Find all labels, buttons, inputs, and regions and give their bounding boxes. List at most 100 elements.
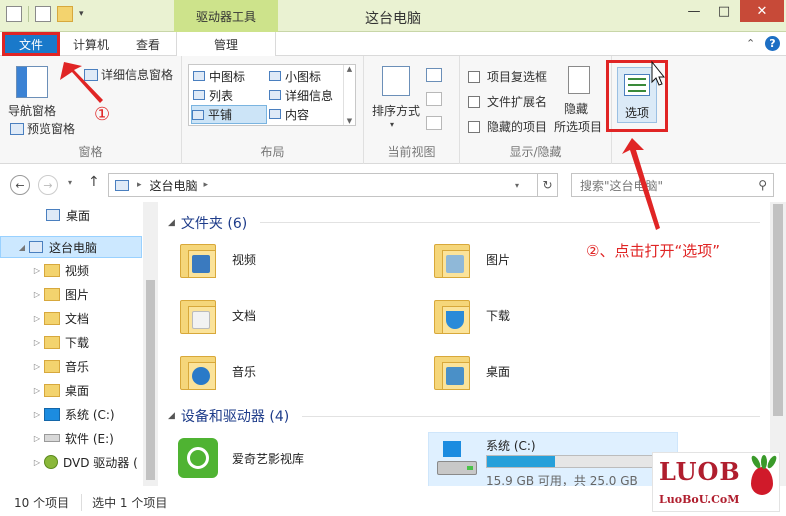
- chevron-right-icon[interactable]: ▷: [30, 458, 44, 467]
- folders-group-header[interactable]: ◢ 文件夹 (6): [168, 213, 247, 233]
- chevron-right-icon[interactable]: ▷: [30, 386, 44, 395]
- layout-details[interactable]: 详细信息: [269, 86, 343, 104]
- item-checkboxes-option[interactable]: 项目复选框: [468, 68, 547, 85]
- chevron-right-icon[interactable]: ▷: [30, 362, 44, 371]
- layout-group-label: 布局: [260, 145, 285, 159]
- expand-icon[interactable]: ◢: [15, 243, 29, 252]
- options-button-highlight[interactable]: 选项: [606, 60, 668, 132]
- sidebar-scrollbar[interactable]: [143, 202, 158, 486]
- chevron-right-icon[interactable]: ▷: [30, 314, 44, 323]
- preview-pane-button[interactable]: 预览窗格: [10, 120, 75, 137]
- tab-file[interactable]: 文件: [2, 32, 60, 56]
- documents-folder-icon: [44, 311, 60, 325]
- current-view-group-label: 当前视图: [387, 145, 436, 159]
- folder-tile-music[interactable]: 音乐: [180, 352, 256, 390]
- collapse-ribbon-icon[interactable]: ⌃: [746, 37, 755, 50]
- sidebar-item-label: 软件 (E:): [65, 431, 114, 446]
- sidebar-item-drive-c[interactable]: ▷ 系统 (C:): [0, 403, 142, 425]
- layout-medium-icons[interactable]: 中图标: [193, 67, 267, 85]
- sidebar-item-this-pc[interactable]: ◢ 这台电脑: [0, 236, 142, 258]
- chevron-down-icon[interactable]: ▼: [347, 117, 352, 125]
- hide-selected-line2[interactable]: 所选项目: [554, 118, 602, 135]
- back-button[interactable]: ←: [10, 175, 30, 195]
- folder-tile-documents[interactable]: 文档: [180, 296, 256, 334]
- collapse-group-icon[interactable]: ◢: [168, 218, 175, 228]
- folder-tile-desktop[interactable]: 桌面: [434, 352, 510, 390]
- recent-locations-icon[interactable]: ▾: [68, 178, 72, 187]
- help-icon[interactable]: ?: [765, 36, 780, 51]
- divider: [28, 6, 29, 22]
- layout-tiles[interactable]: 平铺: [191, 105, 267, 124]
- tab-computer[interactable]: 计算机: [60, 32, 122, 56]
- size-columns-icon[interactable]: [426, 116, 442, 130]
- hidden-items-checkbox[interactable]: [468, 120, 480, 133]
- folder-tile-downloads[interactable]: 下载: [434, 296, 510, 334]
- sort-by-button[interactable]: 排序方式: [372, 102, 420, 119]
- hidden-items-option[interactable]: 隐藏的项目: [468, 118, 547, 135]
- hide-selected-line1[interactable]: 隐藏: [564, 100, 588, 117]
- forward-button[interactable]: →: [38, 175, 58, 195]
- nav-pane-button[interactable]: 导航窗格: [8, 102, 56, 119]
- sidebar-item-videos[interactable]: ▷ 视频: [0, 259, 142, 281]
- device-tile-iqiyi[interactable]: 爱奇艺影视库: [178, 438, 304, 478]
- layout-content[interactable]: 内容: [269, 105, 343, 123]
- hide-selected-icon: [568, 66, 590, 94]
- minimize-button[interactable]: —: [680, 0, 708, 22]
- folder-tile-pictures[interactable]: 图片: [434, 240, 510, 278]
- videos-folder-icon: [44, 263, 60, 277]
- sidebar-item-desktop-folder[interactable]: ▷ 桌面: [0, 379, 142, 401]
- tab-manage[interactable]: 管理: [176, 32, 276, 56]
- sidebar-item-label: 这台电脑: [49, 240, 98, 255]
- sidebar-item-documents[interactable]: ▷ 文档: [0, 307, 142, 329]
- folder-tile-videos[interactable]: 视频: [180, 240, 256, 278]
- options-button[interactable]: 选项: [617, 67, 657, 123]
- add-columns-icon[interactable]: [426, 92, 442, 106]
- item-checkboxes-checkbox[interactable]: [468, 70, 480, 83]
- layout-small-icons[interactable]: 小图标: [269, 67, 343, 85]
- collapse-group-icon[interactable]: ◢: [168, 411, 175, 421]
- desktop-folder-icon: [434, 352, 470, 390]
- tab-view[interactable]: 查看: [122, 32, 174, 56]
- layout-gallery-scroll[interactable]: ▲ ▼: [343, 65, 355, 125]
- sidebar-item-pictures[interactable]: ▷ 图片: [0, 283, 142, 305]
- chevron-right-icon[interactable]: ▷: [30, 266, 44, 275]
- devices-group-title: 设备和驱动器 (4): [180, 409, 290, 425]
- chevron-right-icon[interactable]: ▷: [30, 410, 44, 419]
- device-tile-drive-c[interactable]: 系统 (C:) 15.9 GB 可用，共 25.0 GB: [428, 432, 678, 486]
- search-icon[interactable]: ⚲: [758, 178, 767, 192]
- address-dropdown-icon[interactable]: ▾: [515, 181, 519, 190]
- up-button[interactable]: ↑: [88, 174, 100, 190]
- sidebar-item-dvd[interactable]: ▷ DVD 驱动器 (: [0, 451, 142, 473]
- maximize-button[interactable]: □: [710, 0, 738, 22]
- refresh-icon[interactable]: ↻: [537, 174, 557, 196]
- chevron-up-icon[interactable]: ▲: [347, 65, 352, 73]
- group-by-icon[interactable]: [426, 68, 442, 82]
- search-input[interactable]: 搜索"这台电脑" ⚲: [571, 173, 774, 197]
- details-pane-button[interactable]: 详细信息窗格: [84, 66, 173, 83]
- content-scrollbar-thumb[interactable]: [773, 204, 783, 416]
- sidebar-item-desktop[interactable]: 桌面: [0, 204, 142, 226]
- leaf-icon: [765, 454, 779, 470]
- chevron-right-icon[interactable]: ▷: [30, 434, 44, 443]
- close-button[interactable]: ✕: [740, 0, 784, 22]
- layout-list[interactable]: 列表: [193, 86, 267, 104]
- chevron-right-icon[interactable]: ▷: [30, 338, 44, 347]
- properties-icon[interactable]: [35, 6, 51, 22]
- devices-group-header[interactable]: ◢ 设备和驱动器 (4): [168, 406, 289, 426]
- new-folder-icon[interactable]: [57, 6, 73, 22]
- sidebar-scrollbar-thumb[interactable]: [146, 280, 155, 480]
- computer-icon[interactable]: [6, 6, 22, 22]
- sidebar-item-label: 系统 (C:): [65, 407, 115, 422]
- chevron-right-icon[interactable]: ▷: [30, 290, 44, 299]
- sidebar-item-downloads[interactable]: ▷ 下载: [0, 331, 142, 353]
- sidebar-item-drive-e[interactable]: ▷ 软件 (E:): [0, 427, 142, 449]
- address-bar[interactable]: ▸ 这台电脑 ▸ ▾ ↻: [108, 173, 558, 197]
- file-extensions-option[interactable]: 文件扩展名: [468, 93, 547, 110]
- chevron-down-icon[interactable]: ▾: [79, 9, 84, 19]
- context-tab-drive-tools: 驱动器工具: [174, 0, 278, 32]
- downloads-folder-icon: [44, 335, 60, 349]
- folder-name: 下载: [486, 308, 511, 323]
- file-extensions-checkbox[interactable]: [468, 95, 480, 108]
- sidebar-item-music[interactable]: ▷ 音乐: [0, 355, 142, 377]
- content-scrollbar[interactable]: [770, 202, 786, 486]
